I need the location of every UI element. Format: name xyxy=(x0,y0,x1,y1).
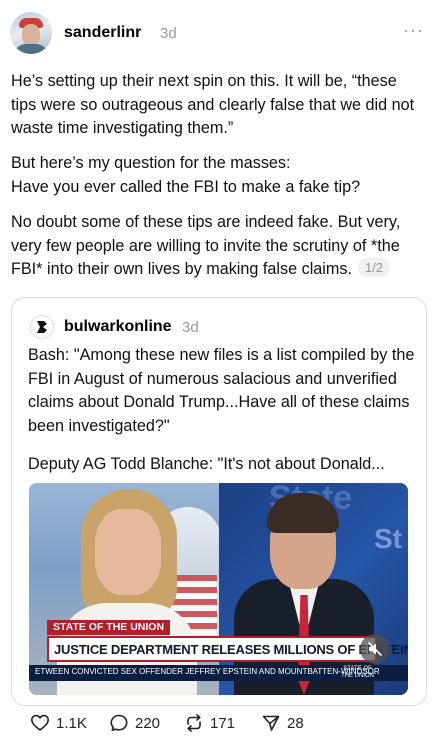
post-paragraph-2-line-1: But here’s my question for the masses: xyxy=(11,154,291,172)
bulwark-logo-icon xyxy=(37,321,47,333)
quoted-post[interactable]: bulwarkonline 3d Bash: "Among these new … xyxy=(11,297,427,706)
reply-count: 220 xyxy=(135,714,161,732)
repost-icon xyxy=(187,714,201,732)
show-logo-line-2: THE UNION xyxy=(341,673,374,679)
quoted-username[interactable]: bulwarkonline xyxy=(64,318,172,336)
post-paragraph-3-text: No doubt some of these tips are indeed f… xyxy=(11,213,401,278)
heart-icon xyxy=(31,714,49,731)
show-logo-line-1: STATE OF xyxy=(343,666,372,672)
more-icon[interactable]: ··· xyxy=(403,20,424,41)
quoted-paragraph-2: Deputy AG Todd Blanche: "It's not about … xyxy=(28,455,385,473)
timestamp: 3d xyxy=(160,25,177,42)
video-left-panel xyxy=(29,483,227,695)
mute-button[interactable] xyxy=(360,634,390,664)
quoted-timestamp: 3d xyxy=(182,319,199,336)
avatar-face xyxy=(22,24,40,46)
video-player[interactable]: State St STATE OF THE UNION JUSTICE DEPA… xyxy=(29,483,408,695)
repost-count: 171 xyxy=(210,714,236,732)
share-icon xyxy=(262,715,280,731)
thread-post: sanderlinr 3d ··· He’s setting up their … xyxy=(0,0,438,749)
page-indicator[interactable]: 1/2 xyxy=(357,258,391,277)
show-logo: STATE OF THE UNION xyxy=(341,666,374,680)
share-button[interactable]: 28 xyxy=(261,711,304,735)
share-count: 28 xyxy=(287,714,304,732)
post-paragraph-3: No doubt some of these tips are indeed f… xyxy=(11,211,421,282)
username[interactable]: sanderlinr xyxy=(64,24,141,42)
post-paragraph-2-line-2: Have you ever called the FBI to make a f… xyxy=(11,177,361,196)
post-paragraph-1: He’s setting up their next spin on this.… xyxy=(11,72,415,137)
quoted-avatar[interactable] xyxy=(30,315,54,339)
avatar-shirt xyxy=(14,44,48,54)
mute-icon xyxy=(367,641,383,657)
post-header: sanderlinr 3d ··· xyxy=(10,12,428,56)
post-paragraph-2: But here’s my question for the masses: H… xyxy=(11,152,421,199)
like-count: 1.1K xyxy=(56,714,87,732)
comment-icon xyxy=(110,714,128,731)
backdrop-side-word: St xyxy=(374,523,402,554)
ticker-text: ETWEEN CONVICTED SEX OFFENDER JEFFREY EP… xyxy=(35,667,380,676)
repost-button[interactable]: 171 xyxy=(184,711,235,735)
quoted-paragraph-1: Bash: "Among these new files is a list c… xyxy=(28,346,415,435)
reply-button[interactable]: 220 xyxy=(109,711,160,735)
show-tag: STATE OF THE UNION xyxy=(47,620,171,635)
action-bar: 1.1K 220 171 28 xyxy=(24,711,344,735)
video-headline: JUSTICE DEPARTMENT RELEASES MILLIONS OF … xyxy=(54,642,408,657)
anchor-face xyxy=(95,509,161,595)
news-ticker: ETWEEN CONVICTED SEX OFFENDER JEFFREY EP… xyxy=(29,665,408,681)
lower-third-banner: JUSTICE DEPARTMENT RELEASES MILLIONS OF … xyxy=(47,636,408,662)
avatar[interactable] xyxy=(10,12,52,54)
like-button[interactable]: 1.1K xyxy=(30,711,87,735)
